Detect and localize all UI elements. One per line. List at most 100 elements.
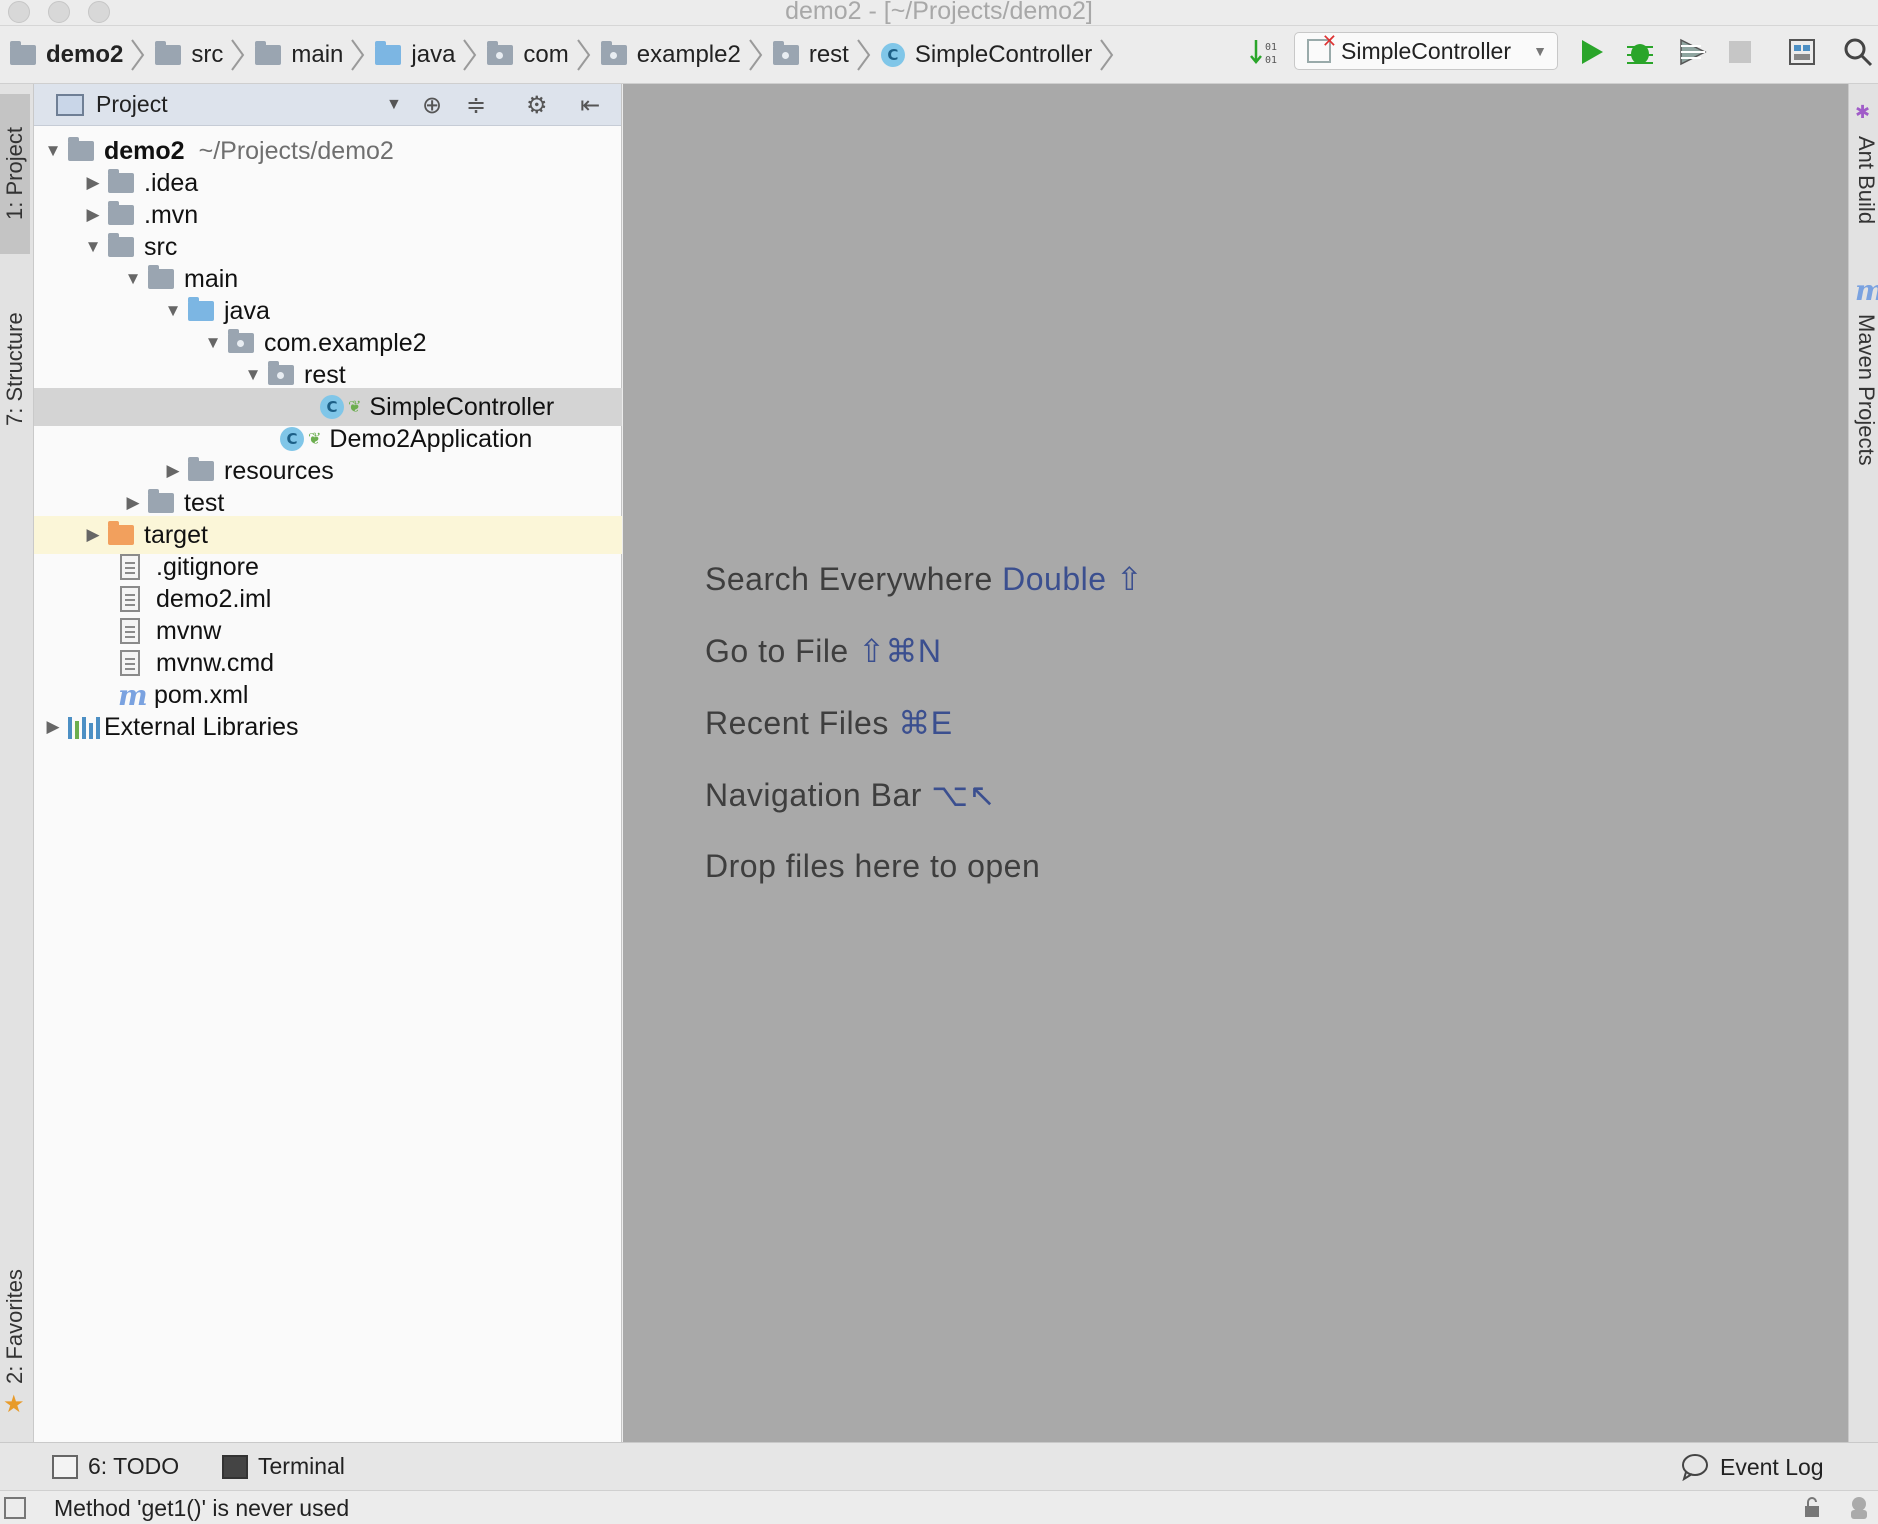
project-panel-header: Project ▼ ⊕ ≑ ⚙ ⇤ [34, 84, 621, 126]
text-file-icon [120, 650, 156, 676]
status-message: Method 'get1()' is never used [54, 1495, 350, 1521]
debug-button[interactable] [1622, 34, 1658, 70]
hint-recent-files: Recent Files ⌘E [705, 705, 953, 741]
chevron-right-icon [351, 39, 365, 71]
expanded-arrow-icon[interactable]: ▼ [238, 365, 268, 385]
stop-icon [1729, 41, 1751, 63]
svg-text:01: 01 [1265, 42, 1277, 53]
gear-icon[interactable]: ⚙ [526, 90, 548, 120]
chevron-right-icon [231, 39, 245, 71]
todo-tool-tab[interactable]: 6: TODO [52, 1453, 179, 1480]
event-log-tool-tab[interactable]: Event Log [1680, 1453, 1824, 1481]
window-title: demo2 - [~/Projects/demo2] [785, 0, 1093, 25]
hint-search-everywhere: Search Everywhere Double ⇧ [705, 561, 1144, 597]
breadcrumb-item-com[interactable]: com [487, 41, 572, 69]
expanded-arrow-icon[interactable]: ▼ [118, 269, 148, 289]
maven-icon: m [1855, 274, 1878, 307]
collapsed-arrow-icon[interactable]: ▶ [78, 525, 108, 545]
breadcrumb-item-java[interactable]: java [375, 41, 459, 69]
resources-folder-icon [188, 457, 224, 481]
project-structure-button[interactable] [1784, 34, 1820, 70]
module-file-icon [120, 586, 156, 612]
text-file-icon [120, 618, 156, 644]
breadcrumb-item-example2[interactable]: example2 [600, 41, 745, 69]
play-icon [1582, 40, 1603, 64]
chevron-right-icon [857, 39, 871, 71]
package-icon [228, 329, 264, 353]
collapse-all-icon[interactable]: ≑ [466, 90, 486, 120]
stop-button[interactable] [1722, 34, 1758, 70]
breadcrumb-item-main[interactable]: main [255, 41, 347, 69]
sort-binary-icon[interactable]: 01 01 [1246, 34, 1282, 70]
favorites-tool-tab[interactable]: 2: Favorites [0, 1252, 30, 1402]
ant-icon: ✱ [1855, 102, 1871, 122]
source-folder-icon [375, 41, 402, 65]
project-view-title[interactable]: Project [96, 91, 168, 118]
search-icon [1844, 38, 1873, 67]
breadcrumb: demo2 src main java com example2 rest C … [10, 38, 1124, 72]
collapsed-arrow-icon[interactable]: ▶ [118, 493, 148, 513]
todo-icon [52, 1454, 78, 1479]
star-icon: ★ [3, 1391, 25, 1418]
expanded-arrow-icon[interactable]: ▼ [158, 301, 188, 321]
run-button[interactable] [1574, 34, 1610, 70]
collapsed-arrow-icon[interactable]: ▶ [78, 205, 108, 225]
folder-icon [155, 41, 182, 65]
libraries-icon [68, 715, 104, 739]
folder-icon [108, 201, 144, 225]
maven-icon: m [118, 678, 148, 712]
module-folder-icon [10, 41, 36, 65]
terminal-tool-tab[interactable]: Terminal [222, 1453, 345, 1480]
folder-icon [148, 265, 184, 289]
editor-empty-area[interactable]: Search Everywhere Double ⇧ Go to File ⇧⌘… [623, 84, 1848, 1442]
folder-icon [255, 41, 282, 65]
right-tool-window-bar: ✱ Ant Build m Maven Projects [1848, 84, 1878, 1442]
ant-build-tool-tab[interactable]: Ant Build [1849, 136, 1878, 224]
structure-tool-tab[interactable]: 7: Structure [0, 284, 30, 454]
source-folder-icon [188, 297, 224, 321]
expanded-arrow-icon[interactable]: ▼ [38, 141, 68, 161]
collapsed-arrow-icon[interactable]: ▶ [38, 717, 68, 737]
view-dropdown-chevron-icon[interactable]: ▼ [386, 90, 402, 120]
chevron-right-icon [749, 39, 763, 71]
scroll-from-source-icon[interactable]: ⊕ [422, 90, 442, 120]
expanded-arrow-icon[interactable]: ▼ [78, 237, 108, 257]
class-icon: C [880, 43, 905, 67]
breadcrumb-item-demo2[interactable]: demo2 [10, 41, 127, 69]
expanded-arrow-icon[interactable]: ▼ [198, 333, 228, 353]
chevron-right-icon [1100, 39, 1114, 71]
maven-projects-tool-tab[interactable]: Maven Projects [1849, 314, 1878, 466]
project-view-icon [56, 93, 84, 116]
chevron-right-icon [463, 39, 477, 71]
collapsed-arrow-icon[interactable]: ▶ [78, 173, 108, 193]
tree-item-external-libraries[interactable]: ▶ External Libraries [34, 708, 622, 746]
tool-windows-toggle-icon[interactable] [4, 1497, 26, 1519]
spring-bean-icon: ❦ [348, 399, 362, 416]
folder-icon [148, 489, 184, 513]
lock-icon[interactable] [1802, 1496, 1822, 1520]
bug-icon [1627, 44, 1653, 64]
collapsed-arrow-icon[interactable]: ▶ [158, 461, 188, 481]
inspector-icon[interactable] [1846, 1495, 1872, 1521]
title-bar: demo2 - [~/Projects/demo2] [0, 0, 1878, 26]
module-folder-icon [68, 137, 104, 161]
breadcrumb-item-src[interactable]: src [155, 41, 227, 69]
breadcrumb-item-rest[interactable]: rest [772, 41, 853, 69]
class-icon: C [320, 395, 344, 419]
run-with-coverage-button[interactable] [1674, 34, 1710, 70]
project-tool-tab[interactable]: 1: Project [0, 94, 30, 254]
folder-icon [108, 169, 144, 193]
project-structure-icon [1789, 39, 1815, 65]
event-log-icon [1682, 1454, 1708, 1481]
bottom-tool-window-bar: 6: TODO Terminal Event Log [0, 1442, 1878, 1490]
package-icon [487, 41, 514, 65]
spring-bean-icon: ❦ [308, 431, 322, 448]
breadcrumb-item-simplecontroller[interactable]: C SimpleController [880, 41, 1096, 69]
hint-navigation-bar: Navigation Bar ⌥↖ [705, 777, 996, 813]
hint-go-to-file: Go to File ⇧⌘N [705, 633, 942, 669]
excluded-folder-icon [108, 521, 144, 545]
hide-panel-icon[interactable]: ⇤ [580, 90, 600, 120]
search-everywhere-button[interactable] [1840, 34, 1876, 70]
run-configuration-select[interactable]: SimpleController ▼ [1294, 31, 1558, 70]
spring-boot-class-icon: C [280, 427, 304, 451]
